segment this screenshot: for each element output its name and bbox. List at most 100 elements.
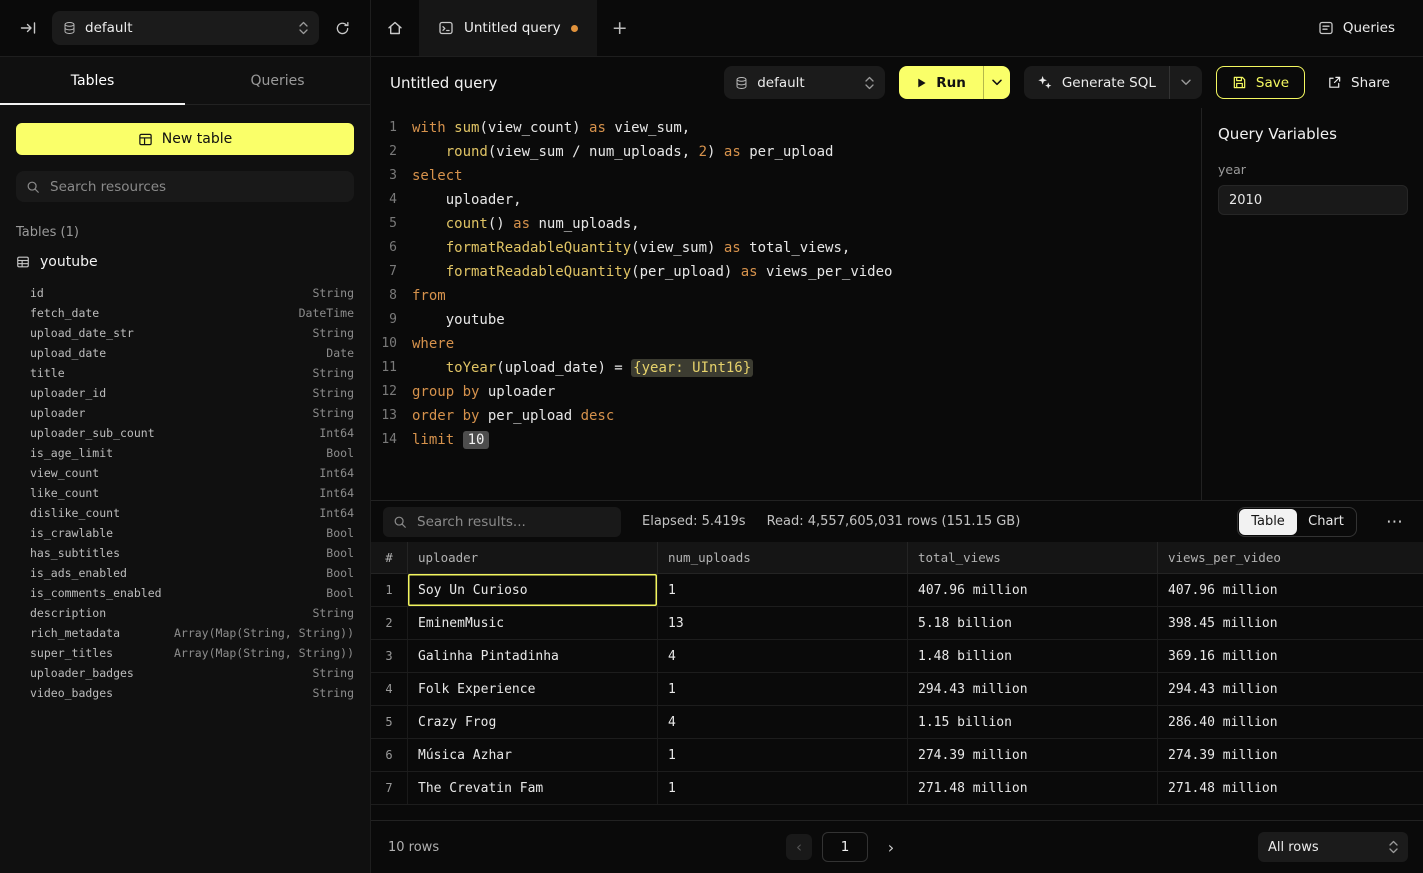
column-row[interactable]: has_subtitlesBool	[0, 543, 370, 563]
save-button[interactable]: Save	[1216, 66, 1305, 99]
table-cell[interactable]: 271.48 million	[1157, 772, 1423, 804]
table-cell[interactable]: 1	[657, 739, 907, 771]
column-row[interactable]: uploader_sub_countInt64	[0, 423, 370, 443]
table-cell[interactable]: Galinha Pintadinha	[407, 640, 657, 672]
code-line[interactable]: 2 round(view_sum / num_uploads, 2) as pe…	[371, 140, 1201, 164]
table-cell[interactable]: 1.48 billion	[907, 640, 1157, 672]
table-cell[interactable]: Soy Un Curioso	[407, 574, 657, 606]
column-row[interactable]: view_countInt64	[0, 463, 370, 483]
code-line[interactable]: 1with sum(view_count) as view_sum,	[371, 116, 1201, 140]
run-button[interactable]: Run	[899, 66, 983, 99]
query-tab[interactable]: Untitled query	[419, 0, 597, 56]
column-name: is_ads_enabled	[30, 563, 127, 583]
column-row[interactable]: descriptionString	[0, 603, 370, 623]
code-line[interactable]: 14limit 10	[371, 428, 1201, 452]
table-cell[interactable]: 1	[657, 574, 907, 606]
refresh-button[interactable]	[331, 17, 354, 40]
column-row[interactable]: dislike_countInt64	[0, 503, 370, 523]
table-cell[interactable]: 407.96 million	[907, 574, 1157, 606]
code-line[interactable]: 5 count() as num_uploads,	[371, 212, 1201, 236]
more-options-button[interactable]: ⋯	[1382, 512, 1408, 532]
code-line[interactable]: 11 toYear(upload_date) = {year: UInt16}	[371, 356, 1201, 380]
code-line[interactable]: 4 uploader,	[371, 188, 1201, 212]
table-cell[interactable]: 294.43 million	[1157, 673, 1423, 705]
code-text: group by uploader	[412, 380, 555, 404]
new-tab-button[interactable]: +	[597, 0, 643, 56]
table-cell[interactable]: 398.45 million	[1157, 607, 1423, 639]
results-search-input[interactable]	[415, 513, 611, 531]
column-header[interactable]: views_per_video	[1157, 542, 1423, 573]
table-cell[interactable]: 294.43 million	[907, 673, 1157, 705]
table-cell[interactable]: 5.18 billion	[907, 607, 1157, 639]
sql-editor[interactable]: 1with sum(view_count) as view_sum,2 roun…	[371, 108, 1201, 500]
column-header[interactable]: #	[371, 542, 407, 573]
table-cell[interactable]: 286.40 million	[1157, 706, 1423, 738]
column-row[interactable]: super_titlesArray(Map(String, String))	[0, 643, 370, 663]
column-row[interactable]: fetch_dateDateTime	[0, 303, 370, 323]
column-row[interactable]: uploaderString	[0, 403, 370, 423]
column-row[interactable]: like_countInt64	[0, 483, 370, 503]
query-database-selector[interactable]: default	[724, 66, 885, 99]
new-table-button[interactable]: New table	[16, 123, 354, 155]
column-row[interactable]: rich_metadataArray(Map(String, String))	[0, 623, 370, 643]
code-line[interactable]: 10where	[371, 332, 1201, 356]
sidebar-search-input[interactable]	[48, 178, 344, 196]
column-header[interactable]: num_uploads	[657, 542, 907, 573]
column-header[interactable]: total_views	[907, 542, 1157, 573]
previous-page-button[interactable]: ‹	[786, 834, 812, 860]
column-row[interactable]: titleString	[0, 363, 370, 383]
column-row[interactable]: is_age_limitBool	[0, 443, 370, 463]
code-line[interactable]: 13order by per_upload desc	[371, 404, 1201, 428]
code-line[interactable]: 7 formatReadableQuantity(per_upload) as …	[371, 260, 1201, 284]
tab-tables[interactable]: Tables	[0, 57, 185, 104]
column-row[interactable]: is_ads_enabledBool	[0, 563, 370, 583]
home-button[interactable]	[371, 0, 419, 56]
table-cell[interactable]: The Crevatin Fam	[407, 772, 657, 804]
next-page-button[interactable]: ›	[878, 834, 904, 860]
table-cell[interactable]: EminemMusic	[407, 607, 657, 639]
table-cell[interactable]: Folk Experience	[407, 673, 657, 705]
table-cell[interactable]: 407.96 million	[1157, 574, 1423, 606]
generate-sql-button[interactable]: Generate SQL	[1024, 66, 1202, 99]
table-cell[interactable]: 4	[657, 640, 907, 672]
table-cell[interactable]: 274.39 million	[1157, 739, 1423, 771]
share-button[interactable]: Share	[1319, 66, 1398, 99]
collapse-sidebar-button[interactable]	[16, 16, 40, 40]
table-cell[interactable]: Crazy Frog	[407, 706, 657, 738]
table-cell[interactable]: Música Azhar	[407, 739, 657, 771]
topbar-left: default	[0, 0, 371, 56]
table-cell[interactable]: 1	[657, 673, 907, 705]
table-cell[interactable]: 274.39 million	[907, 739, 1157, 771]
view-table-button[interactable]: Table	[1239, 509, 1297, 535]
column-row[interactable]: video_badgesString	[0, 683, 370, 703]
code-line[interactable]: 8from	[371, 284, 1201, 308]
table-cell[interactable]: 369.16 million	[1157, 640, 1423, 672]
database-selector[interactable]: default	[52, 11, 319, 45]
column-row[interactable]: is_crawlableBool	[0, 523, 370, 543]
column-row[interactable]: is_comments_enabledBool	[0, 583, 370, 603]
table-cell[interactable]: 4	[657, 706, 907, 738]
page-number-input[interactable]	[822, 832, 868, 862]
column-row[interactable]: idString	[0, 283, 370, 303]
column-header[interactable]: uploader	[407, 542, 657, 573]
code-line[interactable]: 6 formatReadableQuantity(view_sum) as to…	[371, 236, 1201, 260]
tab-queries[interactable]: Queries	[185, 57, 370, 104]
view-chart-button[interactable]: Chart	[1297, 509, 1355, 535]
code-line[interactable]: 12group by uploader	[371, 380, 1201, 404]
generate-sql-options[interactable]	[1169, 66, 1202, 99]
column-row[interactable]: uploader_idString	[0, 383, 370, 403]
table-cell[interactable]: 13	[657, 607, 907, 639]
column-row[interactable]: upload_dateDate	[0, 343, 370, 363]
table-cell[interactable]: 1.15 billion	[907, 706, 1157, 738]
page-size-selector[interactable]: All rows	[1258, 832, 1408, 862]
variable-year-input[interactable]	[1218, 185, 1408, 215]
table-cell[interactable]: 271.48 million	[907, 772, 1157, 804]
code-line[interactable]: 3select	[371, 164, 1201, 188]
code-line[interactable]: 9 youtube	[371, 308, 1201, 332]
queries-button[interactable]: Queries	[1312, 0, 1401, 56]
column-row[interactable]: upload_date_strString	[0, 323, 370, 343]
table-item-youtube[interactable]: youtube	[16, 254, 354, 270]
column-row[interactable]: uploader_badgesString	[0, 663, 370, 683]
table-cell[interactable]: 1	[657, 772, 907, 804]
run-options-button[interactable]	[983, 66, 1010, 99]
